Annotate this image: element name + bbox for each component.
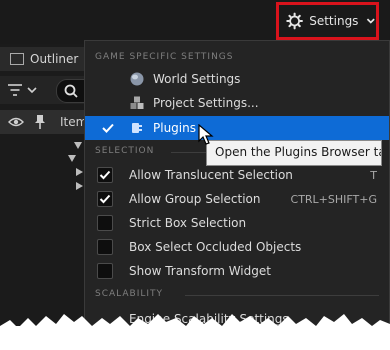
world-settings-label: World Settings <box>153 72 241 86</box>
menu-item-show-transform-widget[interactable]: Show Transform Widget <box>85 259 389 283</box>
box-select-occluded-checkbox[interactable] <box>97 239 113 255</box>
checkmark-icon <box>102 123 114 133</box>
allow-group-shortcut: CTRL+SHIFT+G <box>290 193 377 206</box>
filter-icon[interactable] <box>6 82 40 98</box>
cubes-icon <box>130 96 144 109</box>
plug-icon <box>132 123 142 133</box>
show-transform-label: Show Transform Widget <box>129 264 271 278</box>
tree-collapse-icon[interactable] <box>76 168 83 176</box>
outliner-tab-label: Outliner <box>30 52 79 66</box>
settings-dropdown-menu: GAME SPECIFIC SETTINGS World Settings Pr… <box>84 40 390 326</box>
menu-item-world-settings[interactable]: World Settings <box>85 67 389 91</box>
allow-translucent-label: Allow Translucent Selection <box>129 168 293 182</box>
section-divider <box>185 295 379 296</box>
tree-collapse-icon[interactable] <box>76 182 83 190</box>
menu-item-project-settings[interactable]: Project Settings... <box>85 91 389 115</box>
menu-item-plugins[interactable]: Plugins <box>85 116 389 140</box>
globe-icon <box>130 72 144 86</box>
outliner-icon <box>10 53 24 65</box>
eye-icon[interactable] <box>8 115 24 129</box>
section-header-scalability: SCALABILITY <box>95 289 164 299</box>
outliner-filter-row <box>0 76 98 104</box>
checkmark-icon <box>99 194 111 204</box>
menu-item-allow-translucent-selection[interactable]: Allow Translucent Selection T <box>85 163 389 187</box>
plugins-label: Plugins <box>153 121 196 135</box>
allow-translucent-shortcut: T <box>370 169 377 182</box>
checkmark-icon <box>99 170 111 180</box>
editor-window: Settings Outliner Item GAME SPECIFIC SET… <box>0 0 390 326</box>
tab-outliner[interactable]: Outliner <box>0 47 88 71</box>
menu-item-allow-group-selection[interactable]: Allow Group Selection CTRL+SHIFT+G <box>85 187 389 211</box>
gear-icon <box>286 12 303 30</box>
top-toolbar: Settings <box>0 0 390 44</box>
strict-box-label: Strict Box Selection <box>129 216 247 230</box>
outliner-column-header: Item <box>0 110 88 134</box>
tree-expand-icon[interactable] <box>68 155 76 162</box>
allow-translucent-checkbox[interactable] <box>97 167 113 183</box>
settings-label: Settings <box>309 14 359 28</box>
allow-group-checkbox[interactable] <box>97 191 113 207</box>
show-transform-checkbox[interactable] <box>97 263 113 279</box>
search-icon <box>64 84 78 98</box>
project-settings-label: Project Settings... <box>153 96 259 110</box>
box-select-occluded-label: Box Select Occluded Objects <box>129 240 302 254</box>
chevron-down-icon <box>367 18 376 24</box>
torn-edge <box>0 314 390 350</box>
section-header-selection: SELECTION <box>95 146 155 156</box>
menu-item-strict-box-selection[interactable]: Strict Box Selection <box>85 211 389 235</box>
settings-button[interactable]: Settings <box>276 2 379 40</box>
allow-group-label: Allow Group Selection <box>129 192 261 206</box>
menu-item-box-select-occluded[interactable]: Box Select Occluded Objects <box>85 235 389 259</box>
strict-box-checkbox[interactable] <box>97 215 113 231</box>
tree-expand-icon[interactable] <box>74 142 82 149</box>
plugins-tooltip: Open the Plugins Browser tab. <box>206 140 382 166</box>
section-header-game-specific: GAME SPECIFIC SETTINGS <box>95 52 234 62</box>
pin-icon[interactable] <box>34 114 46 130</box>
mouse-cursor-icon <box>198 124 214 145</box>
